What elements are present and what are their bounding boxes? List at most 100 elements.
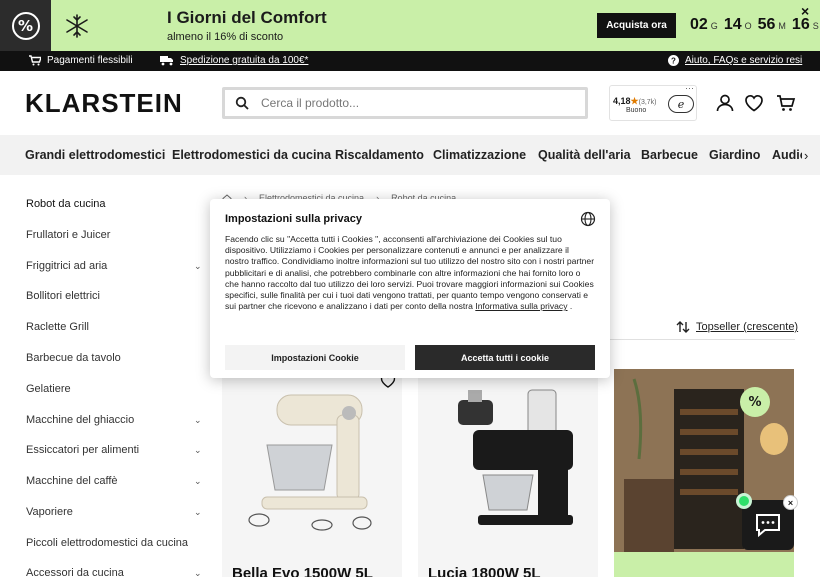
sort-control[interactable]: Topseller (crescente) — [676, 321, 798, 333]
help-link[interactable]: Aiuto, FAQs e servizio resi — [685, 55, 802, 66]
product-title[interactable]: Lucia 1800W 5L — [428, 565, 541, 577]
category-riscaldamento[interactable]: Riscaldamento — [335, 148, 424, 162]
chevron-down-icon[interactable]: ⌄ — [194, 476, 202, 487]
promo-tile-footer — [614, 552, 794, 577]
sidebar-item-robot-cucina[interactable]: Robot da cucina — [26, 198, 206, 210]
sort-label[interactable]: Topseller (crescente) — [696, 321, 798, 333]
sidebar-item-gelatiere[interactable]: Gelatiere — [26, 383, 206, 395]
privacy-dialog-body: Facendo clic su "Accetta tutti i Cookies… — [225, 234, 595, 312]
nav-next-chevron-icon[interactable]: › — [804, 148, 808, 163]
sidebar-item-caffe[interactable]: Macchine del caffè ⌄ — [26, 475, 206, 487]
timer-days-unit: G — [710, 21, 718, 31]
trust-rating-label: Buono — [626, 107, 647, 114]
trusted-shops-badge-icon: e — [668, 95, 694, 113]
cart-icon — [29, 55, 41, 66]
sidebar-item-friggitrici[interactable]: Friggitrici ad aria ⌄ — [26, 260, 206, 272]
privacy-dialog-title: Impostazioni sulla privacy — [225, 213, 362, 225]
product-image-food-processor — [458, 389, 573, 525]
timer-minutes: 56 — [757, 16, 776, 33]
privacy-policy-link[interactable]: Informativa sulla privacy — [475, 301, 567, 311]
timer-seconds-unit: S — [812, 21, 819, 31]
sidebar-item-label: Robot da cucina — [26, 198, 106, 210]
chat-close-icon[interactable]: × — [783, 495, 798, 510]
chat-bubble-icon — [756, 514, 780, 537]
promo-banner: % I Giorni del Comfort almeno il 16% di … — [0, 0, 820, 51]
account-icon[interactable] — [715, 93, 735, 113]
product-title[interactable]: Bella Evo 1500W 5L — [232, 565, 373, 577]
globe-icon[interactable] — [580, 211, 596, 227]
sidebar-item-bollitori[interactable]: Bollitori elettrici — [26, 290, 206, 302]
category-grandi-elettrodomestici[interactable]: Grandi elettrodomestici — [25, 148, 165, 162]
chevron-down-icon[interactable]: ⌄ — [194, 415, 202, 426]
shop-now-button[interactable]: Acquista ora — [597, 13, 676, 38]
sidebar-item-label: Gelatiere — [26, 383, 71, 395]
category-elettrodomestici-cucina[interactable]: Elettrodomestici da cucina — [172, 148, 331, 162]
sidebar-item-label: Piccoli elettrodomestici da cucina — [26, 537, 189, 549]
trust-rating-value: 4,18 — [613, 96, 631, 106]
flexible-payments-label: Pagamenti flessibili — [47, 55, 133, 66]
svg-text:?: ? — [671, 57, 676, 66]
product-image-stand-mixer — [248, 394, 372, 531]
privacy-dialog-suffix: . — [569, 301, 573, 312]
flexible-payments-item: Pagamenti flessibili — [29, 55, 133, 66]
sidebar-item-barbecue-tavolo[interactable]: Barbecue da tavolo — [26, 352, 206, 364]
site-logo[interactable]: KLARSTEIN — [25, 88, 183, 119]
cart-icon[interactable] — [776, 93, 796, 113]
sidebar-item-vaporiere[interactable]: Vaporiere ⌄ — [26, 506, 206, 518]
trust-menu-icon[interactable]: ··· — [685, 83, 694, 93]
sidebar-item-label: Friggitrici ad aria — [26, 260, 108, 272]
snowflake-icon — [66, 14, 88, 38]
privacy-dialog-text: Facendo clic su "Accetta tutti i Cookies… — [225, 234, 595, 312]
sidebar-item-label: Frullatori e Juicer — [26, 229, 111, 241]
promo-tile-percent-icon: % — [740, 387, 770, 417]
free-shipping-link[interactable]: Spedizione gratuita da 100€* — [180, 55, 308, 66]
accept-all-cookies-button[interactable]: Accetta tutti i cookie — [415, 345, 595, 370]
search-input[interactable] — [261, 96, 561, 110]
product-card[interactable]: Bella Evo 1500W 5L — [222, 369, 402, 577]
help-icon: ? — [668, 55, 679, 66]
sidebar-item-label: Bollitori elettrici — [26, 290, 100, 302]
category-giardino[interactable]: Giardino — [709, 148, 760, 162]
star-icon: ★ — [630, 96, 639, 106]
wishlist-heart-icon[interactable] — [744, 93, 764, 113]
search-icon[interactable] — [235, 96, 249, 110]
promo-percent-badge: % — [0, 0, 51, 51]
privacy-dialog: Impostazioni sulla privacy Facendo clic … — [210, 199, 610, 378]
chevron-down-icon[interactable]: ⌄ — [194, 445, 202, 456]
chevron-down-icon[interactable]: ⌄ — [194, 568, 202, 577]
promo-close-icon[interactable]: × — [801, 3, 809, 19]
category-climatizzazione[interactable]: Climatizzazione — [433, 148, 526, 162]
sidebar-item-label: Raclette Grill — [26, 321, 89, 333]
sidebar-item-label: Macchine del caffè — [26, 475, 118, 487]
free-shipping-item[interactable]: Spedizione gratuita da 100€* — [160, 55, 308, 66]
info-bar: Pagamenti flessibili Spedizione gratuita… — [0, 51, 820, 71]
cookie-settings-button[interactable]: Impostazioni Cookie — [225, 345, 405, 370]
category-nav: Grandi elettrodomestici Elettrodomestici… — [0, 135, 820, 175]
chevron-down-icon[interactable]: ⌄ — [194, 261, 202, 272]
trust-rating: 4,18★(3,7k) — [613, 96, 657, 107]
chevron-down-icon[interactable]: ⌄ — [194, 507, 202, 518]
promo-subtitle: almeno il 16% di sconto — [167, 31, 284, 43]
category-barbecue[interactable]: Barbecue — [641, 148, 698, 162]
chat-online-indicator — [736, 493, 752, 509]
product-card[interactable]: Lucia 1800W 5L — [418, 369, 598, 577]
sidebar-item-label: Essiccatori per alimenti — [26, 444, 140, 456]
timer-minutes-unit: M — [778, 21, 786, 31]
timer-hours-unit: O — [744, 21, 752, 31]
category-qualita-aria[interactable]: Qualità dell'aria — [538, 148, 631, 162]
sidebar-item-raclette[interactable]: Raclette Grill — [26, 321, 206, 333]
truck-icon — [160, 56, 173, 66]
category-audio[interactable]: Audio — [772, 148, 802, 162]
sort-icon — [676, 321, 690, 333]
sidebar-item-accessori[interactable]: Accessori da cucina ⌄ — [26, 567, 206, 577]
sidebar-item-label: Accessori da cucina — [26, 567, 124, 577]
search-box[interactable] — [222, 87, 588, 119]
sidebar-item-label: Barbecue da tavolo — [26, 352, 121, 364]
sidebar-item-ghiaccio[interactable]: Macchine del ghiaccio ⌄ — [26, 414, 206, 426]
trusted-shops-widget[interactable]: ··· 4,18★(3,7k) Buono e — [609, 83, 697, 121]
help-item[interactable]: ? Aiuto, FAQs e servizio resi — [668, 55, 802, 66]
sidebar-item-essiccatori[interactable]: Essiccatori per alimenti ⌄ — [26, 444, 206, 456]
sidebar-item-frullatori[interactable]: Frullatori e Juicer — [26, 229, 206, 241]
sidebar-item-label: Macchine del ghiaccio — [26, 414, 135, 426]
sidebar-item-piccoli-elettrodomestici[interactable]: Piccoli elettrodomestici da cucina — [26, 537, 206, 549]
